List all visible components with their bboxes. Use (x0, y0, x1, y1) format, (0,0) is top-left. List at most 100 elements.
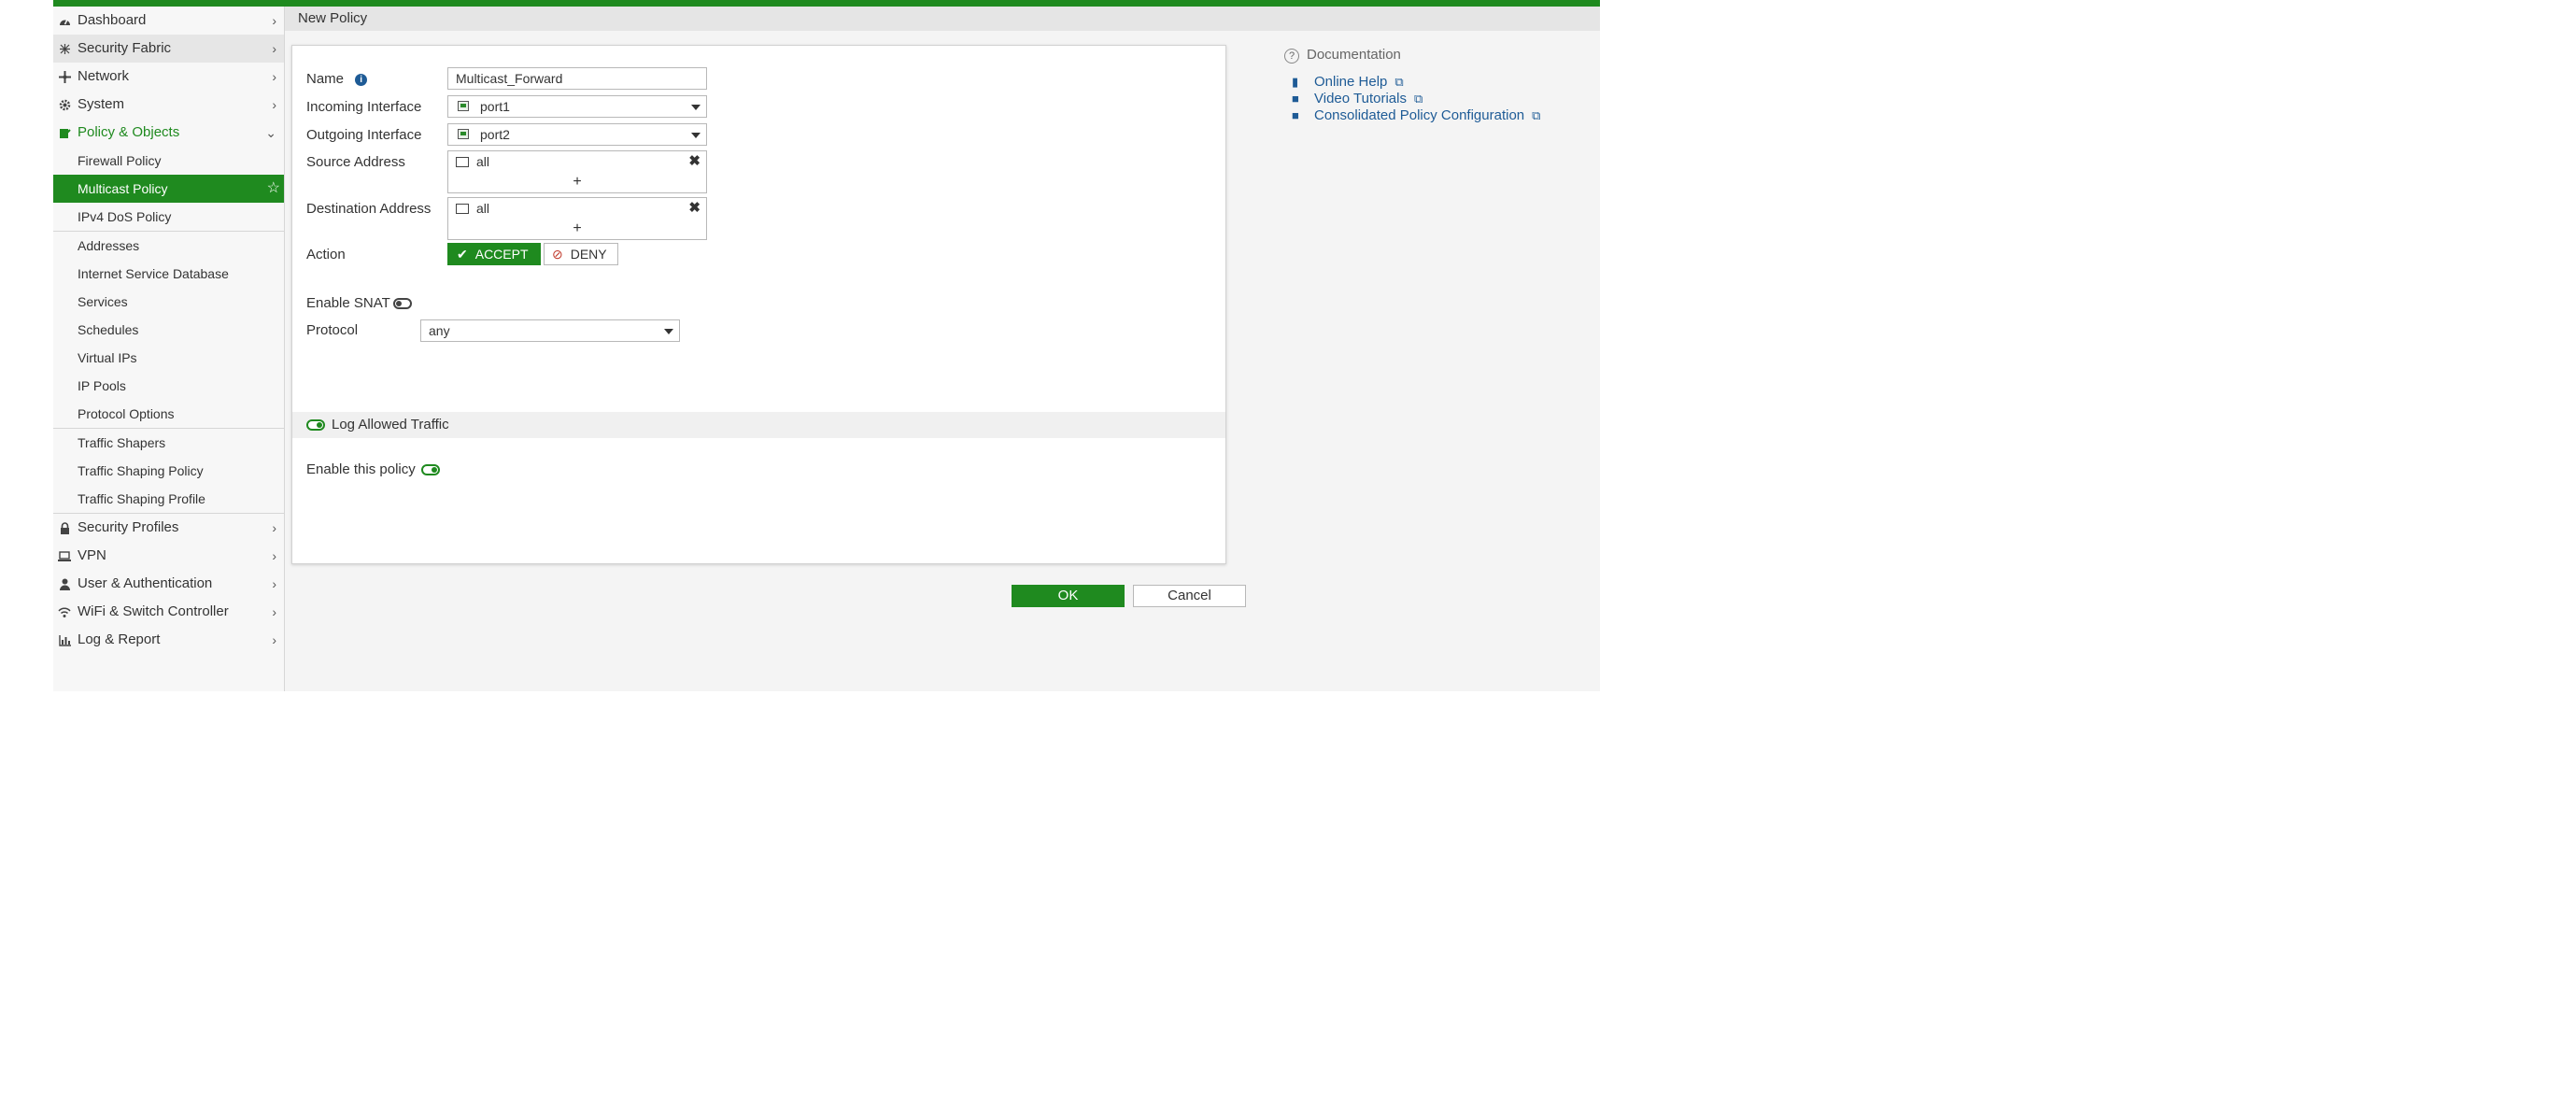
cancel-button[interactable]: Cancel (1133, 585, 1246, 607)
chevron-right-icon: › (272, 604, 276, 619)
sidebar-subitem-multicast-policy[interactable]: Multicast Policy ☆ (53, 175, 284, 203)
book-icon: ▮ (1292, 75, 1299, 89)
laptop-icon (57, 542, 72, 570)
sidebar-item-label: WiFi & Switch Controller (78, 603, 229, 619)
accept-label: ACCEPT (474, 247, 529, 262)
page-title: New Policy (298, 10, 368, 26)
enable-snat-toggle[interactable] (393, 298, 412, 309)
destination-address-entry[interactable]: all (456, 198, 489, 219)
online-help-link[interactable]: ▮ Online Help ⧉ (1292, 74, 1404, 91)
caret-down-icon (691, 133, 701, 138)
policy-form: Name i Multicast_Forward Incoming Interf… (291, 45, 1226, 564)
sidebar-subitem-virtual-ips[interactable]: Virtual IPs (53, 344, 284, 372)
port-icon (458, 129, 469, 139)
sidebar-subitem-internet-service-database[interactable]: Internet Service Database (53, 260, 284, 288)
protocol-value: any (429, 323, 450, 338)
sidebar-subitem-traffic-shaping-profile[interactable]: Traffic Shaping Profile (53, 485, 284, 513)
external-link-icon: ⧉ (1532, 108, 1541, 122)
name-label: Name i (306, 69, 368, 90)
page-header: New Policy (285, 7, 1600, 31)
source-address-entry[interactable]: all (456, 151, 489, 172)
sidebar-item-vpn[interactable]: VPN › (53, 542, 284, 570)
remove-icon[interactable]: ✖ (688, 151, 701, 172)
destination-address-label: Destination Address (306, 201, 432, 217)
video-tutorials-link[interactable]: ■ Video Tutorials ⧉ (1292, 91, 1422, 107)
name-input[interactable]: Multicast_Forward (447, 67, 707, 90)
chevron-right-icon: › (272, 632, 276, 647)
deny-label: DENY (570, 247, 607, 262)
consolidated-policy-link[interactable]: ■ Consolidated Policy Configuration ⧉ (1292, 107, 1540, 124)
sidebar-item-security-fabric[interactable]: Security Fabric › (53, 35, 284, 63)
sidebar-item-label: User & Authentication (78, 575, 213, 591)
online-help-text: Online Help (1314, 74, 1388, 90)
outgoing-interface-value: port2 (480, 127, 510, 142)
sidebar-item-user-authentication[interactable]: User & Authentication › (53, 570, 284, 598)
chart-icon (57, 626, 72, 654)
sidebar-item-label: Dashboard (78, 12, 147, 28)
protocol-select[interactable]: any (420, 319, 680, 342)
log-allowed-traffic-toggle[interactable] (306, 419, 325, 431)
sidebar-item-label: Policy & Objects (78, 124, 180, 140)
sidebar-item-label: System (78, 96, 125, 112)
incoming-interface-label: Incoming Interface (306, 99, 422, 115)
sidebar-item-log-report[interactable]: Log & Report › (53, 626, 284, 654)
outgoing-interface-select[interactable]: port2 (447, 123, 707, 146)
video-icon: ■ (1292, 108, 1299, 122)
sidebar-item-label: VPN (78, 547, 106, 563)
documentation-panel: ? Documentation ▮ Online Help ⧉ ■ Video Tuto… (1284, 41, 1602, 135)
sidebar-item-label: Log & Report (78, 631, 161, 647)
sidebar-item-security-profiles[interactable]: Security Profiles › (53, 514, 284, 542)
external-link-icon: ⧉ (1413, 92, 1423, 106)
ban-icon: ⊘ (552, 247, 563, 262)
address-group-icon (456, 204, 469, 214)
external-link-icon: ⧉ (1394, 75, 1404, 89)
caret-down-icon (664, 329, 673, 334)
video-tutorials-text: Video Tutorials (1314, 91, 1407, 106)
sidebar-item-wifi-switch-controller[interactable]: WiFi & Switch Controller › (53, 598, 284, 626)
security-fabric-icon (57, 35, 72, 63)
source-address-value: all (476, 154, 490, 169)
sidebar-item-policy-objects[interactable]: Policy & Objects ⌄ (53, 119, 284, 147)
star-icon[interactable]: ☆ (267, 175, 280, 203)
source-address-field[interactable]: all ✖ + (447, 150, 707, 193)
chevron-right-icon: › (272, 576, 276, 591)
incoming-interface-select[interactable]: port1 (447, 95, 707, 118)
port-icon (458, 101, 469, 111)
sidebar-subitem-traffic-shapers[interactable]: Traffic Shapers (53, 429, 284, 457)
enable-policy-label: Enable this policy (306, 461, 416, 477)
sidebar-item-network[interactable]: Network › (53, 63, 284, 91)
add-destination-address-button[interactable]: + (448, 219, 706, 239)
documentation-title: Documentation (1307, 47, 1401, 63)
remove-icon[interactable]: ✖ (688, 198, 701, 219)
help-icon: ? (1284, 49, 1299, 64)
sidebar-subitem-addresses[interactable]: Addresses (53, 232, 284, 260)
chevron-down-icon: ⌄ (265, 125, 276, 140)
sidebar-subitem-traffic-shaping-policy[interactable]: Traffic Shaping Policy (53, 457, 284, 485)
sidebar-subitem-firewall-policy[interactable]: Firewall Policy (53, 147, 284, 175)
sidebar-subitem-schedules[interactable]: Schedules (53, 316, 284, 344)
sidebar-subitem-protocol-options[interactable]: Protocol Options (53, 400, 284, 428)
deny-button[interactable]: ⊘ DENY (544, 243, 618, 265)
chevron-right-icon: › (272, 13, 276, 28)
sidebar-subitem-ipv4-dos-policy[interactable]: IPv4 DoS Policy (53, 203, 284, 231)
outgoing-interface-label: Outgoing Interface (306, 127, 422, 143)
user-icon (57, 570, 72, 598)
sidebar: Dashboard › Security Fabric › Network › … (53, 7, 285, 691)
sidebar-subitem-services[interactable]: Services (53, 288, 284, 316)
destination-address-field[interactable]: all ✖ + (447, 197, 707, 240)
sidebar-item-system[interactable]: System › (53, 91, 284, 119)
accept-button[interactable]: ✔ ACCEPT (447, 243, 541, 265)
sidebar-subitem-ip-pools[interactable]: IP Pools (53, 372, 284, 400)
sidebar-item-label: Security Profiles (78, 519, 179, 535)
check-icon: ✔ (457, 247, 468, 262)
action-label: Action (306, 247, 346, 262)
info-icon[interactable]: i (355, 74, 368, 86)
caret-down-icon (691, 105, 701, 110)
source-address-label: Source Address (306, 154, 405, 170)
ok-button[interactable]: OK (1012, 585, 1125, 607)
enable-snat-label: Enable SNAT (306, 295, 390, 311)
network-icon (57, 63, 72, 91)
add-source-address-button[interactable]: + (448, 172, 706, 192)
enable-policy-toggle[interactable] (421, 464, 440, 475)
sidebar-item-dashboard[interactable]: Dashboard › (53, 7, 284, 35)
